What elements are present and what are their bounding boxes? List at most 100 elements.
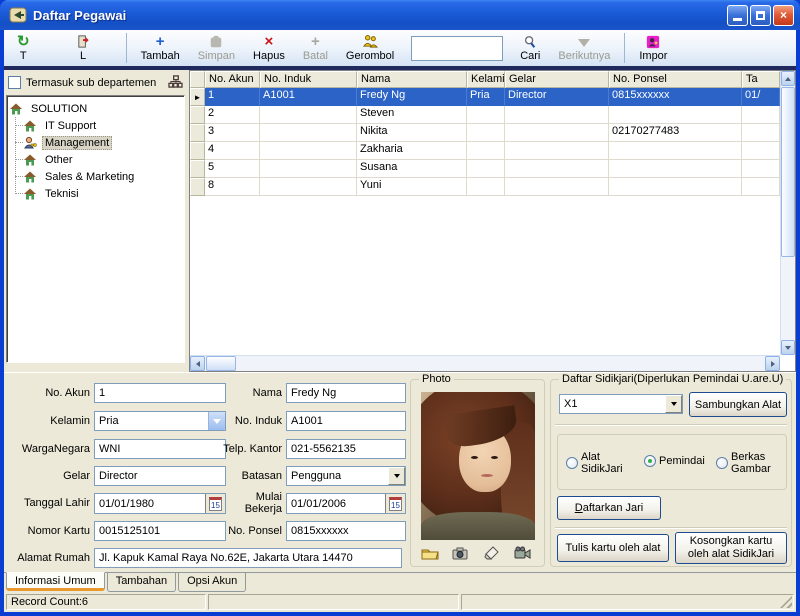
tab-tambahan[interactable]: Tambahan bbox=[107, 573, 176, 592]
connect-device-button[interactable]: Sambungkan Alat bbox=[689, 392, 787, 417]
video-camera-icon[interactable] bbox=[514, 546, 532, 562]
cell[interactable] bbox=[609, 160, 742, 178]
table-row[interactable]: 4 Zakharia bbox=[190, 142, 780, 160]
cell[interactable]: 3 bbox=[205, 124, 260, 142]
cell[interactable]: 01/ bbox=[742, 88, 780, 106]
eraser-icon[interactable] bbox=[483, 546, 501, 562]
nomor-kartu-field[interactable] bbox=[94, 521, 226, 541]
tab-opsi-akun[interactable]: Opsi Akun bbox=[178, 573, 246, 592]
refresh-button[interactable]: ↻ T bbox=[8, 31, 39, 65]
cell[interactable]: 5 bbox=[205, 160, 260, 178]
cell[interactable] bbox=[260, 160, 357, 178]
cell[interactable]: Director bbox=[505, 88, 609, 106]
search-input[interactable] bbox=[411, 36, 503, 61]
scroll-left-button[interactable] bbox=[190, 356, 205, 371]
kelamin-select[interactable]: Pria bbox=[94, 411, 226, 431]
delete-button[interactable]: × Hapus bbox=[244, 31, 294, 65]
vertical-scroll-thumb[interactable] bbox=[781, 87, 795, 257]
tree-root-solution[interactable]: SOLUTION bbox=[9, 100, 182, 117]
dropdown-arrow-icon[interactable] bbox=[665, 395, 682, 413]
next-button[interactable]: Berikutnya bbox=[549, 31, 619, 65]
scroll-up-button[interactable] bbox=[781, 71, 795, 86]
cell[interactable] bbox=[505, 142, 609, 160]
cell[interactable] bbox=[467, 142, 505, 160]
cell[interactable] bbox=[742, 124, 780, 142]
cell[interactable]: Pria bbox=[467, 88, 505, 106]
tree-item-teknisi[interactable]: Teknisi bbox=[23, 185, 182, 202]
cell[interactable] bbox=[467, 124, 505, 142]
column-header[interactable]: Ta bbox=[742, 71, 780, 88]
open-folder-icon[interactable] bbox=[421, 546, 439, 562]
cell[interactable] bbox=[467, 178, 505, 196]
nama-field[interactable] bbox=[286, 383, 406, 403]
resize-grip[interactable] bbox=[780, 596, 792, 608]
telp-kantor-field[interactable] bbox=[286, 439, 406, 459]
table-row[interactable]: ► 1 A1001 Fredy Ng Pria Director 0815xxx… bbox=[190, 88, 780, 106]
column-header[interactable]: Gelar bbox=[505, 71, 609, 88]
cell[interactable] bbox=[609, 178, 742, 196]
write-card-button[interactable]: Tulis kartu oleh alat bbox=[557, 534, 669, 562]
add-button[interactable]: + Tambah bbox=[132, 31, 189, 65]
horizontal-scroll-thumb[interactable] bbox=[206, 356, 236, 371]
cell[interactable] bbox=[467, 160, 505, 178]
cell[interactable] bbox=[260, 106, 357, 124]
cell[interactable] bbox=[260, 124, 357, 142]
cell[interactable]: 0815xxxxxx bbox=[609, 88, 742, 106]
cell[interactable]: Nikita bbox=[357, 124, 467, 142]
import-button[interactable]: Impor bbox=[630, 31, 676, 65]
find-button[interactable]: Cari bbox=[511, 31, 549, 65]
cell[interactable] bbox=[742, 106, 780, 124]
tree-item-other[interactable]: Other bbox=[23, 151, 182, 168]
cell[interactable] bbox=[742, 160, 780, 178]
cell[interactable]: 2 bbox=[205, 106, 260, 124]
dropdown-arrow-icon[interactable] bbox=[388, 467, 405, 485]
device-select[interactable]: X1 bbox=[559, 394, 683, 414]
vertical-scrollbar[interactable] bbox=[780, 71, 795, 355]
table-row[interactable]: 3 Nikita 02170277483 bbox=[190, 124, 780, 142]
cell[interactable]: Zakharia bbox=[357, 142, 467, 160]
cell[interactable] bbox=[505, 178, 609, 196]
tree-item-sales-marketing[interactable]: Sales & Marketing bbox=[23, 168, 182, 185]
cell[interactable]: Steven bbox=[357, 106, 467, 124]
no-akun-field[interactable] bbox=[94, 383, 226, 403]
minimize-button[interactable] bbox=[727, 5, 748, 26]
cell[interactable]: 8 bbox=[205, 178, 260, 196]
column-header[interactable]: No. Akun bbox=[205, 71, 260, 88]
batasan-select[interactable]: Pengguna bbox=[286, 466, 406, 486]
mulai-bekerja-field[interactable]: 15 bbox=[286, 493, 406, 514]
no-ponsel-field[interactable] bbox=[286, 521, 406, 541]
cell[interactable]: 02170277483 bbox=[609, 124, 742, 142]
cell[interactable] bbox=[609, 106, 742, 124]
column-header[interactable]: Kelamin bbox=[467, 71, 505, 88]
table-row[interactable]: 2 Steven bbox=[190, 106, 780, 124]
table-row[interactable]: 5 Susana bbox=[190, 160, 780, 178]
cell[interactable] bbox=[260, 178, 357, 196]
cancel-button[interactable]: + Batal bbox=[294, 31, 337, 65]
radio-alat-sidikjari[interactable]: Alat SidikJari bbox=[566, 451, 631, 475]
radio-berkas-gambar[interactable]: Berkas Gambar bbox=[716, 451, 777, 475]
cell[interactable] bbox=[505, 124, 609, 142]
register-finger-button[interactable]: Daftarkan Jari bbox=[557, 496, 661, 520]
department-hierarchy-icon[interactable] bbox=[168, 75, 183, 91]
column-header[interactable]: No. Ponsel bbox=[609, 71, 742, 88]
table-row[interactable]: 8 Yuni bbox=[190, 178, 780, 196]
warga-negara-field[interactable] bbox=[94, 439, 226, 459]
tree-item-it-support[interactable]: IT Support bbox=[23, 117, 182, 134]
save-button[interactable]: Simpan bbox=[189, 31, 244, 65]
cell[interactable] bbox=[742, 178, 780, 196]
scroll-right-button[interactable] bbox=[765, 356, 780, 371]
include-sub-checkbox[interactable] bbox=[8, 76, 21, 89]
tree-item-management[interactable]: Management bbox=[23, 134, 182, 151]
cell[interactable] bbox=[505, 106, 609, 124]
cell[interactable] bbox=[609, 142, 742, 160]
alamat-rumah-field[interactable] bbox=[94, 548, 402, 568]
calendar-picker-icon[interactable]: 15 bbox=[385, 494, 405, 513]
close-button[interactable]: × bbox=[773, 5, 794, 26]
cell[interactable]: 1 bbox=[205, 88, 260, 106]
clear-card-button[interactable]: Kosongkan kartu oleh alat SidikJari bbox=[675, 532, 787, 564]
camera-icon[interactable] bbox=[452, 546, 470, 562]
column-header[interactable]: Nama bbox=[357, 71, 467, 88]
scroll-down-button[interactable] bbox=[781, 340, 795, 355]
cell[interactable]: A1001 bbox=[260, 88, 357, 106]
cell[interactable]: Susana bbox=[357, 160, 467, 178]
